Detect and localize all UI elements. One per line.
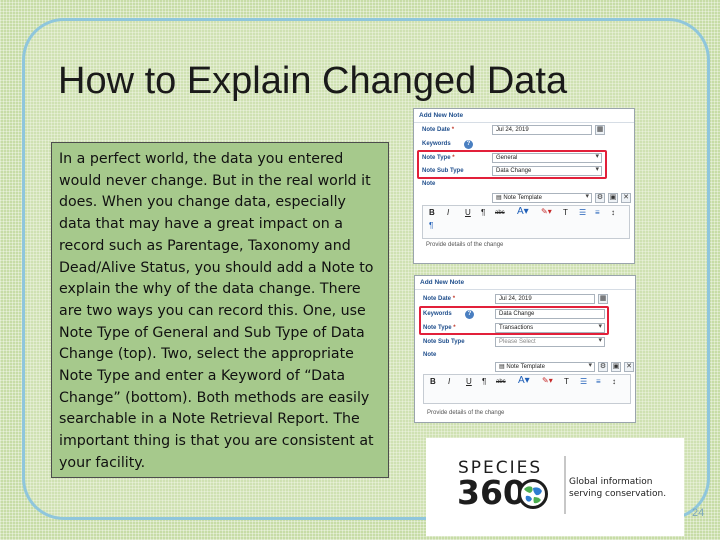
note-editor[interactable]: B I U ¶ abc A▾ ✎▾ T ☰ ≡ ↕ ¶ xyxy=(422,205,630,239)
bold-icon[interactable]: B xyxy=(429,208,435,217)
list-icon[interactable]: ☰ xyxy=(579,208,586,217)
divider xyxy=(414,122,634,123)
underline-icon[interactable]: U xyxy=(465,208,471,217)
divider xyxy=(415,289,635,290)
tagline-line-1: Global information xyxy=(569,477,653,487)
note-date-label: Note Date * xyxy=(422,127,455,133)
line-spacing-icon[interactable]: ↕ xyxy=(611,208,615,217)
numbered-list-icon[interactable]: ≡ xyxy=(596,377,601,386)
strikethrough-icon[interactable]: abc xyxy=(496,379,506,385)
line-spacing-icon[interactable]: ↕ xyxy=(612,377,616,386)
highlight-box xyxy=(419,306,609,335)
list-icon[interactable]: ☰ xyxy=(580,377,587,386)
save-icon[interactable]: ▣ xyxy=(611,362,621,372)
note-label: Note xyxy=(423,352,437,358)
note-sub-type-select[interactable]: Please Select xyxy=(495,337,605,347)
slide-title: How to Explain Changed Data xyxy=(58,60,568,102)
keywords-label: Keywords xyxy=(422,141,451,147)
add-new-note-header: Add New Note xyxy=(420,279,465,286)
delete-icon[interactable]: ✕ xyxy=(621,193,631,203)
gear-icon[interactable]: ⚙ xyxy=(595,193,605,203)
gear-icon[interactable]: ⚙ xyxy=(598,362,608,372)
italic-icon[interactable]: I xyxy=(447,208,449,217)
note-label: Note xyxy=(422,181,436,187)
note-date-field[interactable]: Jul 24, 2019 xyxy=(492,125,592,135)
logo-divider xyxy=(564,456,566,514)
note-date-label: Note Date * xyxy=(423,296,456,302)
note-date-field[interactable]: Jul 24, 2019 xyxy=(495,294,595,304)
save-icon[interactable]: ▣ xyxy=(608,193,618,203)
info-icon[interactable]: ? xyxy=(464,140,473,149)
add-new-note-header: Add New Note xyxy=(419,112,464,119)
body-text-box: In a perfect world, the data you entered… xyxy=(51,142,389,478)
bold-icon[interactable]: B xyxy=(430,377,436,386)
screenshot-keyword-note: Add New Note Note Date * Jul 24, 2019 ▦ … xyxy=(414,275,636,423)
logo-word-360: 360 xyxy=(457,473,526,512)
font-size-icon[interactable]: T xyxy=(563,208,568,217)
underline-icon[interactable]: U xyxy=(466,377,472,386)
note-sub-type-label: Note Sub Type xyxy=(423,339,465,345)
font-size-icon[interactable]: T xyxy=(564,377,569,386)
highlight-icon[interactable]: ✎▾ xyxy=(541,207,552,216)
editor-placeholder: Provide details of the change xyxy=(426,242,504,248)
format-icon[interactable]: ¶ xyxy=(482,377,486,386)
font-color-icon[interactable]: A▾ xyxy=(517,206,529,217)
screenshot-general-note: Add New Note Note Date * Jul 24, 2019 ▦ … xyxy=(413,108,635,264)
highlight-icon[interactable]: ✎▾ xyxy=(542,376,553,385)
species360-logo: SPECIES 360 Global information serving c… xyxy=(426,438,684,536)
highlight-box xyxy=(417,150,607,179)
note-editor[interactable]: B I U ¶ abc A▾ ✎▾ T ☰ ≡ ↕ xyxy=(423,374,631,404)
delete-icon[interactable]: ✕ xyxy=(624,362,634,372)
paragraph-icon[interactable]: ¶ xyxy=(429,221,433,230)
page-number: 24 xyxy=(692,507,705,519)
strikethrough-icon[interactable]: abc xyxy=(495,210,505,216)
editor-placeholder: Provide details of the change xyxy=(427,410,505,416)
font-color-icon[interactable]: A▾ xyxy=(518,375,530,386)
tagline-line-2: serving conservation. xyxy=(569,489,667,499)
italic-icon[interactable]: I xyxy=(448,377,450,386)
globe-icon xyxy=(518,479,548,509)
note-template-select[interactable]: ▤ Note Template xyxy=(495,362,595,372)
format-icon[interactable]: ¶ xyxy=(481,208,485,217)
logo-tagline: Global information serving conservation. xyxy=(569,476,666,500)
note-template-select[interactable]: ▤ Note Template xyxy=(492,193,592,203)
calendar-icon[interactable]: ▦ xyxy=(595,125,605,135)
calendar-icon[interactable]: ▦ xyxy=(598,294,608,304)
numbered-list-icon[interactable]: ≡ xyxy=(595,208,600,217)
